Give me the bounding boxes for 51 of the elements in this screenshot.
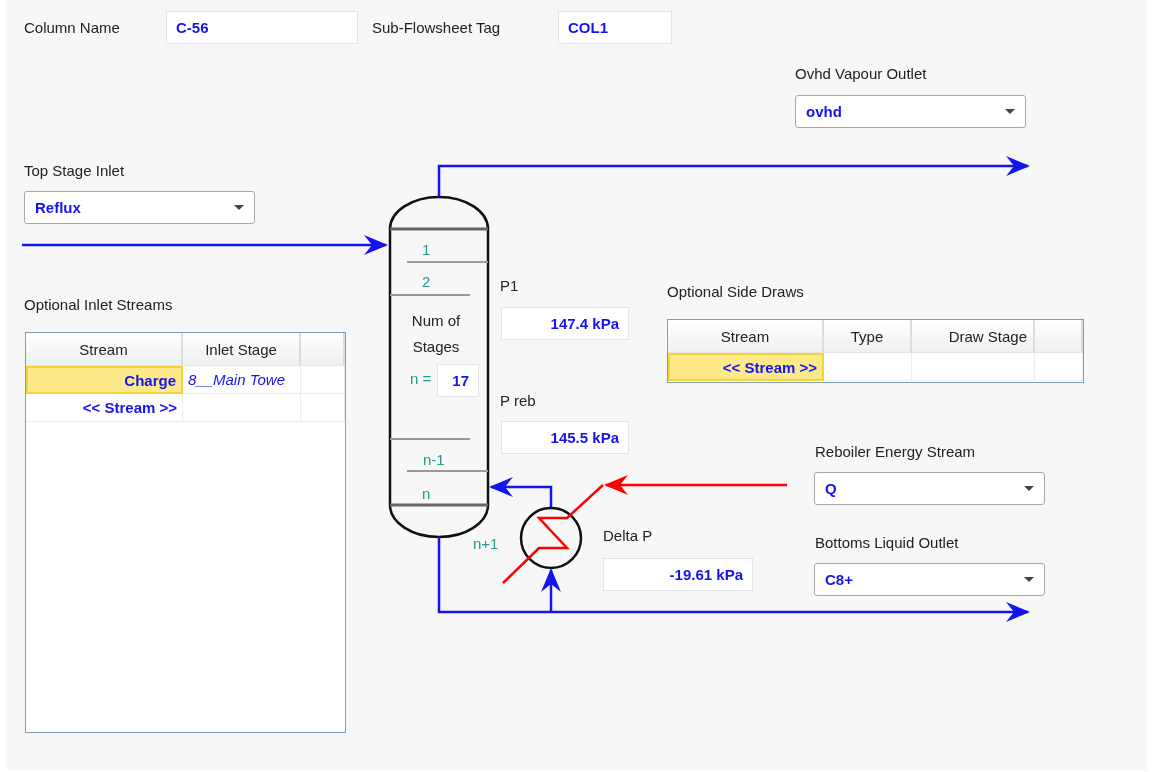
field-label: Ovhd Vapour Outlet	[795, 65, 927, 82]
dropdown[interactable]: ovhd	[795, 95, 1026, 128]
field-label: P reb	[500, 392, 536, 409]
column-header[interactable]: Type	[824, 320, 912, 353]
field-label: Bottoms Liquid Outlet	[815, 534, 959, 551]
input-field[interactable]: 147.4 kPa	[501, 307, 629, 340]
table-cell[interactable]: 8__Main Towe	[183, 366, 301, 394]
num-stages-label: Num of Stages	[410, 311, 462, 357]
field-label: Column Name	[24, 19, 120, 36]
dropdown[interactable]: Reflux	[24, 191, 255, 224]
stage-count-label: n =	[410, 370, 432, 387]
stage-label: n-1	[423, 451, 445, 468]
input-field[interactable]: -19.61 kPa	[603, 558, 753, 591]
caret-icon	[1024, 486, 1034, 491]
field-label: Optional Inlet Streams	[24, 296, 173, 313]
field-label: Reboiler Energy Stream	[815, 443, 976, 460]
dropdown[interactable]: C8+	[814, 563, 1045, 596]
caret-icon	[1005, 109, 1015, 114]
stage-label: n+1	[473, 535, 499, 552]
reboiler-feed-arrow	[541, 568, 561, 612]
stage-label: n	[422, 485, 431, 502]
table-cell[interactable]: << Stream >>	[668, 353, 824, 381]
table-cell[interactable]	[824, 353, 912, 381]
caret-icon	[1024, 577, 1034, 582]
column-header[interactable]: Inlet Stage	[183, 333, 301, 366]
stage-label: 1	[422, 241, 431, 258]
input-field[interactable]: COL1	[558, 11, 672, 44]
column-header[interactable]: Draw Stage	[912, 320, 1035, 353]
table-cell[interactable]: Charge	[26, 366, 183, 394]
field-label: Optional Side Draws	[667, 283, 804, 300]
column-header[interactable]	[1035, 320, 1083, 353]
caret-icon	[234, 205, 244, 210]
column-header[interactable]	[301, 333, 345, 366]
field-label: Delta P	[603, 527, 653, 544]
field-label: P1	[500, 277, 519, 294]
column-header[interactable]: Stream	[26, 333, 183, 366]
column-header[interactable]: Stream	[668, 320, 824, 353]
table-cell[interactable]	[912, 353, 1035, 381]
table-cell[interactable]: << Stream >>	[26, 394, 183, 422]
table-cell[interactable]	[1035, 353, 1083, 381]
stage-label: 2	[422, 273, 431, 290]
dropdown[interactable]: Q	[814, 472, 1045, 505]
table-cell[interactable]	[183, 394, 301, 422]
field-label: Sub-Flowsheet Tag	[372, 19, 501, 36]
table-cell[interactable]	[301, 394, 345, 422]
field-label: Top Stage Inlet	[24, 162, 125, 179]
table-cell[interactable]	[301, 366, 345, 394]
input-field[interactable]: 17	[437, 364, 479, 397]
input-field[interactable]: C-56	[166, 11, 358, 44]
reboiler-return-arrow	[489, 477, 553, 508]
input-field[interactable]: 145.5 kPa	[501, 421, 629, 454]
